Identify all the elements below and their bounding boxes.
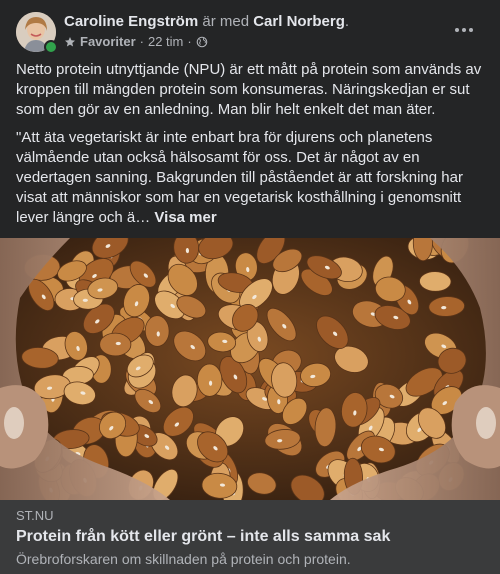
bean-eye — [208, 380, 213, 386]
period: . — [344, 13, 350, 30]
author-line: Caroline Engström är med Carl Norberg. — [64, 13, 349, 31]
author-name-link[interactable]: Caroline Engström — [64, 13, 198, 30]
tagged-person-link[interactable]: Carl Norberg — [253, 13, 345, 30]
post-paragraph-2-text: "Att äta vegetariskt är inte enbart bra … — [16, 129, 463, 226]
bean — [196, 363, 223, 397]
link-description: Örebroforskaren om skillnaden på protein… — [16, 551, 351, 567]
more-dot — [462, 28, 466, 32]
meta-separator: · — [139, 34, 144, 49]
post-paragraph-1: Netto protein utnyttjande (NPU) är ett m… — [16, 61, 482, 118]
online-status-dot — [44, 40, 58, 54]
bean — [144, 315, 170, 347]
meta-separator-2: · — [187, 34, 192, 49]
more-options-icon — [455, 28, 459, 32]
more-options-button[interactable] — [446, 16, 482, 44]
post-meta: Favoriter · 22 tim · — [64, 34, 208, 50]
post-paragraph-2: "Att äta vegetariskt är inte enbart bra … — [16, 128, 484, 228]
favorites-label[interactable]: Favoriter — [80, 34, 136, 50]
post-text: Netto protein utnyttjande (NPU) är ett m… — [16, 60, 484, 236]
more-dot — [469, 28, 473, 32]
bean — [419, 271, 452, 292]
link-domain: ST.NU — [16, 508, 54, 523]
link-title[interactable]: Protein från kött eller grönt – inte all… — [16, 526, 390, 548]
bean — [99, 332, 132, 357]
post-image[interactable] — [0, 238, 500, 500]
post-timestamp[interactable]: 22 tim — [148, 34, 183, 50]
see-more-link[interactable]: Visa mer — [154, 209, 216, 226]
with-text: är med — [202, 13, 250, 30]
post-header: Caroline Engström är med Carl Norberg. F… — [0, 0, 500, 56]
beans-in-hands-image — [0, 238, 500, 500]
globe-icon[interactable] — [196, 36, 208, 48]
star-icon — [65, 37, 75, 47]
